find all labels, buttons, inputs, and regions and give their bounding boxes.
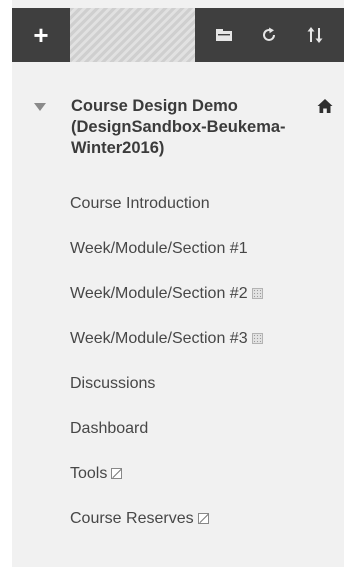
menu-item-course-reserves[interactable]: Course Reserves: [12, 496, 344, 541]
menu-item-tools[interactable]: Tools: [12, 451, 344, 496]
menu-item-label: Week/Module/Section #1: [70, 239, 248, 257]
refresh-button[interactable]: [252, 18, 286, 52]
folder-view-button[interactable]: [207, 18, 241, 52]
reorder-button[interactable]: [298, 18, 332, 52]
menu-item-label: Discussions: [70, 374, 156, 392]
menu-item-course-introduction[interactable]: Course Introduction: [12, 181, 344, 226]
course-menu: Course Design Demo (DesignSandbox-Beukem…: [12, 62, 344, 567]
home-icon[interactable]: [317, 98, 333, 114]
add-menu-item-button[interactable]: +: [12, 8, 70, 62]
menu-item-label: Dashboard: [70, 419, 149, 437]
toolbar-spacer: [70, 8, 195, 62]
toolbar-actions: [195, 8, 344, 62]
collapse-caret-icon[interactable]: [34, 103, 46, 111]
course-menu-panel: + Course Design Demo (DesignSandbox-Beuk…: [0, 0, 356, 567]
course-menu-toolbar: +: [12, 8, 344, 62]
menu-item-label: Tools: [70, 464, 108, 482]
menu-item-week-2[interactable]: Week/Module/Section #2: [12, 271, 344, 316]
menu-item-week-3[interactable]: Week/Module/Section #3: [12, 316, 344, 361]
folder-icon: [215, 29, 232, 41]
menu-item-week-1[interactable]: Week/Module/Section #1: [12, 226, 344, 271]
course-title[interactable]: Course Design Demo (DesignSandbox-Beukem…: [71, 96, 291, 159]
refresh-icon: [263, 27, 276, 41]
no-content-icon: [197, 513, 209, 524]
hidden-from-students-icon: [251, 288, 263, 299]
menu-item-label: Week/Module/Section #2: [70, 284, 248, 302]
course-menu-list: Course Introduction Week/Module/Section …: [12, 181, 344, 541]
menu-item-dashboard[interactable]: Dashboard: [12, 406, 344, 451]
menu-item-label: Course Introduction: [70, 194, 210, 212]
hidden-from-students-icon: [251, 333, 263, 344]
no-content-icon: [111, 468, 123, 479]
menu-item-label: Week/Module/Section #3: [70, 329, 248, 347]
menu-item-discussions[interactable]: Discussions: [12, 361, 344, 406]
sort-icon: [307, 27, 323, 43]
plus-icon: +: [33, 19, 49, 50]
menu-item-label: Course Reserves: [70, 509, 194, 527]
